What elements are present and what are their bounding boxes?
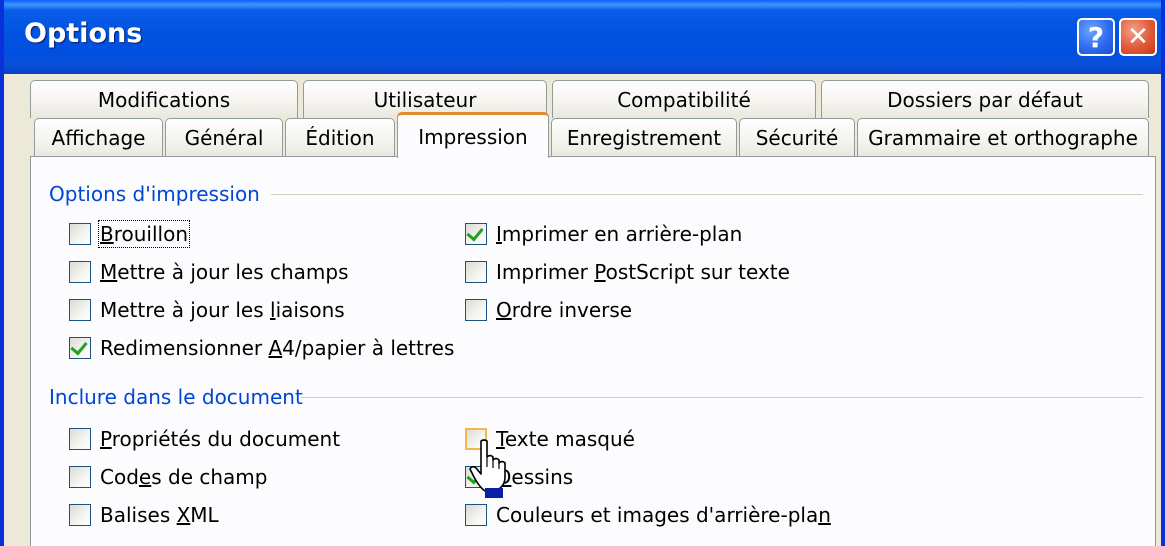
checkbox-label: Imprimer PostScript sur texte	[496, 260, 790, 284]
checkbox-box[interactable]	[69, 337, 91, 359]
help-button[interactable]: ?	[1077, 18, 1115, 56]
checkbox-label: Redimensionner A4/papier à lettres	[100, 336, 455, 360]
checkmark-icon	[70, 337, 88, 356]
checkbox-box[interactable]	[465, 299, 487, 321]
tab-securite[interactable]: Sécurité	[739, 118, 855, 157]
checkbox-box[interactable]	[465, 504, 487, 526]
tab-grammaire-et-orthographe[interactable]: Grammaire et orthographe	[857, 118, 1149, 157]
checkbox-box[interactable]	[465, 261, 487, 283]
checkbox-box[interactable]	[69, 466, 91, 488]
checkbox-label: Propriétés du document	[100, 427, 341, 451]
checkmark-icon	[466, 466, 484, 485]
checkbox-redimensionner-a4[interactable]: Redimensionner A4/papier à lettres	[69, 336, 454, 360]
group-title-print-options: Options d'impression	[49, 182, 260, 206]
checkbox-codes-de-champ[interactable]: Codes de champ	[69, 465, 267, 489]
checkbox-box[interactable]	[69, 261, 91, 283]
checkbox-imprimer-arriere-plan[interactable]: Imprimer en arrière-plan	[465, 222, 742, 246]
checkbox-label: Codes de champ	[100, 465, 268, 489]
dialog-client-area: Modifications Utilisateur Compatibilité …	[4, 74, 1161, 546]
checkbox-label: Imprimer en arrière-plan	[496, 222, 743, 246]
tab-compatibilite[interactable]: Compatibilité	[552, 80, 816, 118]
checkbox-dessins[interactable]: Dessins	[465, 465, 573, 489]
checkbox-label: Mettre à jour les champs	[100, 260, 349, 284]
checkbox-label: Dessins	[496, 465, 574, 489]
tab-enregistrement[interactable]: Enregistrement	[551, 118, 737, 157]
checkbox-box[interactable]	[465, 466, 487, 488]
checkbox-label: Balises XML	[100, 503, 219, 527]
impression-panel: Options d'impression Brouillon Mettre à …	[30, 156, 1156, 546]
checkmark-icon	[466, 223, 484, 242]
checkbox-balises-xml[interactable]: Balises XML	[69, 503, 219, 527]
checkbox-label: Mettre à jour les liaisons	[100, 298, 345, 322]
checkbox-label: Ordre inverse	[496, 298, 633, 322]
window-title: Options	[24, 18, 143, 49]
checkbox-box[interactable]	[69, 223, 91, 245]
close-button[interactable]: ✕	[1119, 18, 1157, 56]
checkbox-ordre-inverse[interactable]: Ordre inverse	[465, 298, 632, 322]
group-title-include: Inclure dans le document	[49, 385, 303, 409]
tab-general[interactable]: Général	[165, 118, 283, 157]
group-divider	[271, 194, 1143, 195]
tab-modifications[interactable]: Modifications	[30, 80, 298, 118]
checkbox-couleurs-images-arriere-plan[interactable]: Couleurs et images d'arrière-plan	[465, 503, 831, 527]
checkbox-label: Brouillon	[97, 220, 191, 248]
checkbox-box[interactable]	[465, 428, 487, 450]
tab-impression[interactable]: Impression	[397, 112, 549, 158]
checkbox-proprietes-document[interactable]: Propriétés du document	[69, 427, 340, 451]
tab-dossiers-par-defaut[interactable]: Dossiers par défaut	[821, 80, 1149, 118]
options-dialog: Options ? ✕ Modifications Utilisateur Co…	[0, 0, 1165, 546]
checkbox-brouillon[interactable]: Brouillon	[69, 220, 191, 248]
group-divider	[301, 397, 1143, 398]
title-bar[interactable]: Options ? ✕	[4, 0, 1161, 74]
checkbox-label: Texte masqué	[496, 427, 635, 451]
checkbox-box[interactable]	[69, 299, 91, 321]
checkbox-imprimer-postscript[interactable]: Imprimer PostScript sur texte	[465, 260, 790, 284]
help-icon: ?	[1087, 20, 1105, 54]
checkbox-mettre-a-jour-liaisons[interactable]: Mettre à jour les liaisons	[69, 298, 345, 322]
checkbox-box[interactable]	[69, 504, 91, 526]
checkbox-texte-masque[interactable]: Texte masqué	[465, 427, 635, 451]
checkbox-mettre-a-jour-champs[interactable]: Mettre à jour les champs	[69, 260, 349, 284]
tab-edition[interactable]: Édition	[285, 118, 395, 157]
checkbox-box[interactable]	[465, 223, 487, 245]
close-icon: ✕	[1127, 22, 1149, 52]
checkbox-label: Couleurs et images d'arrière-plan	[496, 503, 831, 527]
checkbox-box[interactable]	[69, 428, 91, 450]
tab-affichage[interactable]: Affichage	[34, 118, 163, 157]
